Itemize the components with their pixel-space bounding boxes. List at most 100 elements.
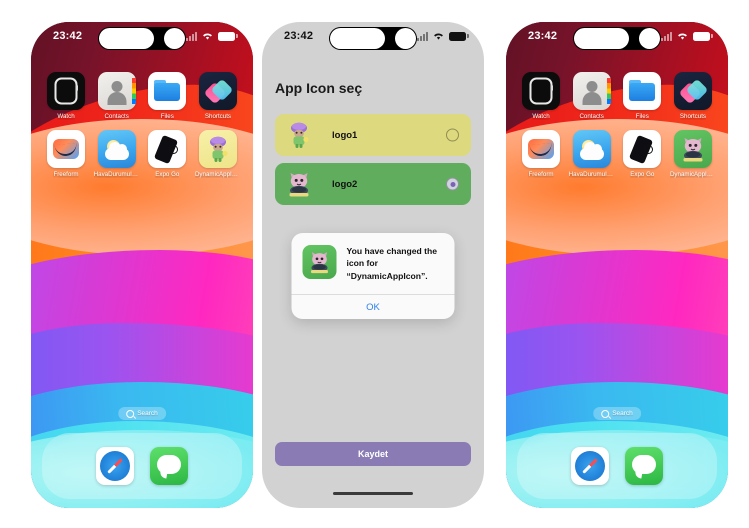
contacts-app-icon <box>572 72 611 110</box>
phone-middle-icon-picker: 23:42 App Icon seç logo1 logo2 You have … <box>262 22 484 508</box>
status-bar: 23:42 <box>262 22 484 56</box>
dynamic-app-icon-logo2 <box>673 130 712 168</box>
alert-ok-label: OK <box>366 301 380 313</box>
icon-option-label: logo1 <box>332 129 358 141</box>
battery-icon <box>693 31 713 41</box>
app-label: Watch <box>532 113 550 120</box>
battery-icon <box>218 31 238 41</box>
freeform-app-icon <box>47 130 85 168</box>
app-expo-go[interactable]: Expo Go <box>619 130 665 178</box>
app-label: DynamicAppIcon <box>194 171 241 178</box>
search-label: Search <box>612 410 633 417</box>
page-title: App Icon seç <box>275 80 363 96</box>
app-files[interactable]: Files <box>144 72 190 120</box>
app-label: Freeform <box>528 171 554 178</box>
safari-app-icon[interactable] <box>96 447 134 485</box>
app-label: Files <box>160 113 174 120</box>
app-label: Freeform <box>53 171 79 178</box>
app-shortcuts[interactable]: Shortcuts <box>195 72 241 120</box>
files-app-icon <box>623 72 662 110</box>
files-app-icon <box>148 72 187 110</box>
search-label: Search <box>137 410 158 417</box>
app-weather[interactable]: HavaDurumuIs... <box>94 130 140 178</box>
app-label: Contacts <box>104 113 129 120</box>
freeform-app-icon <box>522 130 560 168</box>
icon-option-list: logo1 logo2 <box>275 114 471 212</box>
cellular-signal-icon <box>661 31 672 41</box>
app-watch[interactable]: Watch <box>43 72 89 120</box>
dynamic-app-icon-logo2 <box>302 245 337 279</box>
safari-app-icon[interactable] <box>571 447 609 485</box>
search-pill[interactable]: Search <box>593 407 641 420</box>
shortcuts-app-icon <box>198 72 237 110</box>
dock <box>517 433 717 499</box>
messages-app-icon[interactable] <box>150 447 188 485</box>
app-label: Expo Go <box>630 171 655 178</box>
radio-selected-icon[interactable] <box>446 177 459 191</box>
app-dynamic-app-icon[interactable]: DynamicAppIcon <box>670 130 716 178</box>
search-pill[interactable]: Search <box>118 407 166 420</box>
app-grid: Watch Contacts Files Shortcuts Freeform … <box>518 72 716 188</box>
app-label: HavaDurumuIs... <box>568 171 615 178</box>
cellular-signal-icon <box>417 31 428 41</box>
wifi-icon <box>432 31 445 41</box>
save-button[interactable]: Kaydet <box>275 442 471 466</box>
phone-right-home-screen-after: 23:42 Watch Contacts Files Shortcuts Fre… <box>506 22 728 508</box>
dynamic-island <box>329 27 417 50</box>
app-grid: Watch Contacts Files Shortcuts Freeform … <box>43 72 241 188</box>
app-row-2: Freeform HavaDurumuIs... Expo Go Dynamic… <box>43 130 241 178</box>
app-contacts[interactable]: Contacts <box>569 72 615 120</box>
home-indicator <box>333 491 413 495</box>
logo1-thumbnail <box>286 121 312 149</box>
logo2-thumbnail <box>286 170 312 198</box>
app-label: DynamicAppIcon <box>669 171 716 178</box>
status-bar: 23:42 <box>506 22 728 56</box>
app-contacts[interactable]: Contacts <box>94 72 140 120</box>
messages-app-icon[interactable] <box>625 447 663 485</box>
phone-left-home-screen-before: 23:42 Watch Contacts Files Shortcuts Fre… <box>31 22 253 508</box>
dynamic-island <box>573 27 661 50</box>
expo-go-app-icon <box>148 130 187 168</box>
expo-go-app-icon <box>623 130 662 168</box>
watch-app-icon <box>47 72 85 110</box>
radio-unselected-icon[interactable] <box>446 128 459 142</box>
search-icon <box>601 409 610 418</box>
app-label: Watch <box>57 113 75 120</box>
weather-app-icon <box>97 130 136 168</box>
watch-app-icon <box>522 72 560 110</box>
app-freeform[interactable]: Freeform <box>518 130 564 178</box>
app-shortcuts[interactable]: Shortcuts <box>670 72 716 120</box>
wifi-icon <box>676 31 689 41</box>
app-expo-go[interactable]: Expo Go <box>144 130 190 178</box>
status-bar-time: 23:42 <box>284 30 314 42</box>
dynamic-island <box>98 27 186 50</box>
dynamic-app-icon-logo1 <box>198 130 237 168</box>
dock <box>42 433 242 499</box>
app-watch[interactable]: Watch <box>518 72 564 120</box>
app-row-1: Watch Contacts Files Shortcuts <box>43 72 241 120</box>
app-label: Shortcuts <box>679 113 707 120</box>
app-label: Expo Go <box>155 171 180 178</box>
app-label: Shortcuts <box>204 113 232 120</box>
icon-option-logo1[interactable]: logo1 <box>275 114 471 156</box>
battery-icon <box>449 31 469 41</box>
alert-message: You have changed the icon for “DynamicAp… <box>346 246 438 281</box>
status-bar-time: 23:42 <box>528 30 558 42</box>
icon-option-label: logo2 <box>332 178 358 190</box>
icon-option-logo2[interactable]: logo2 <box>275 163 471 205</box>
app-files[interactable]: Files <box>619 72 665 120</box>
status-bar-time: 23:42 <box>53 30 83 42</box>
contacts-app-icon <box>97 72 136 110</box>
weather-app-icon <box>572 130 611 168</box>
alert-ok-button[interactable]: OK <box>292 295 455 319</box>
app-label: Files <box>635 113 649 120</box>
app-weather[interactable]: HavaDurumuIs... <box>569 130 615 178</box>
app-freeform[interactable]: Freeform <box>43 130 89 178</box>
shortcuts-app-icon <box>673 72 712 110</box>
status-bar: 23:42 <box>31 22 253 56</box>
app-dynamic-app-icon[interactable]: DynamicAppIcon <box>195 130 241 178</box>
screenshot-stage: 23:42 Watch Contacts Files Shortcuts Fre… <box>0 0 749 528</box>
app-label: Contacts <box>579 113 604 120</box>
app-row-1: Watch Contacts Files Shortcuts <box>518 72 716 120</box>
app-row-2: Freeform HavaDurumuIs... Expo Go Dynamic… <box>518 130 716 178</box>
